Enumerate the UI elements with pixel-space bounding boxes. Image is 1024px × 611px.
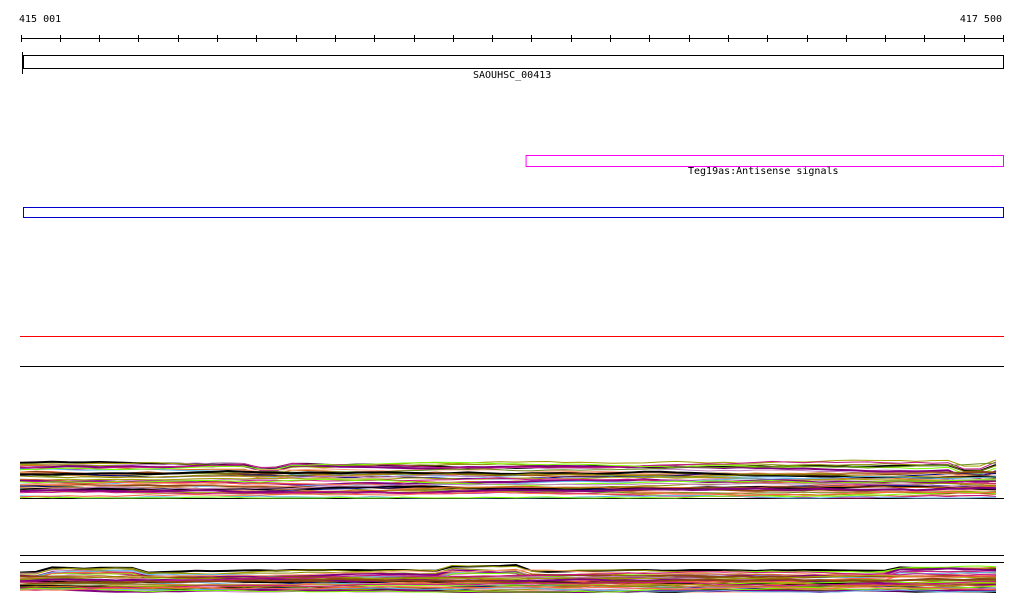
track-canvas	[19, 35, 1004, 594]
antisense-feature-box	[525, 155, 1004, 167]
gene-label: SAOUHSC_00413	[473, 70, 552, 81]
annotation-feature-box	[23, 207, 1004, 218]
antisense-feature-label: Teg19as:Antisense signals	[688, 166, 839, 177]
gene-feature-box	[23, 55, 1004, 69]
